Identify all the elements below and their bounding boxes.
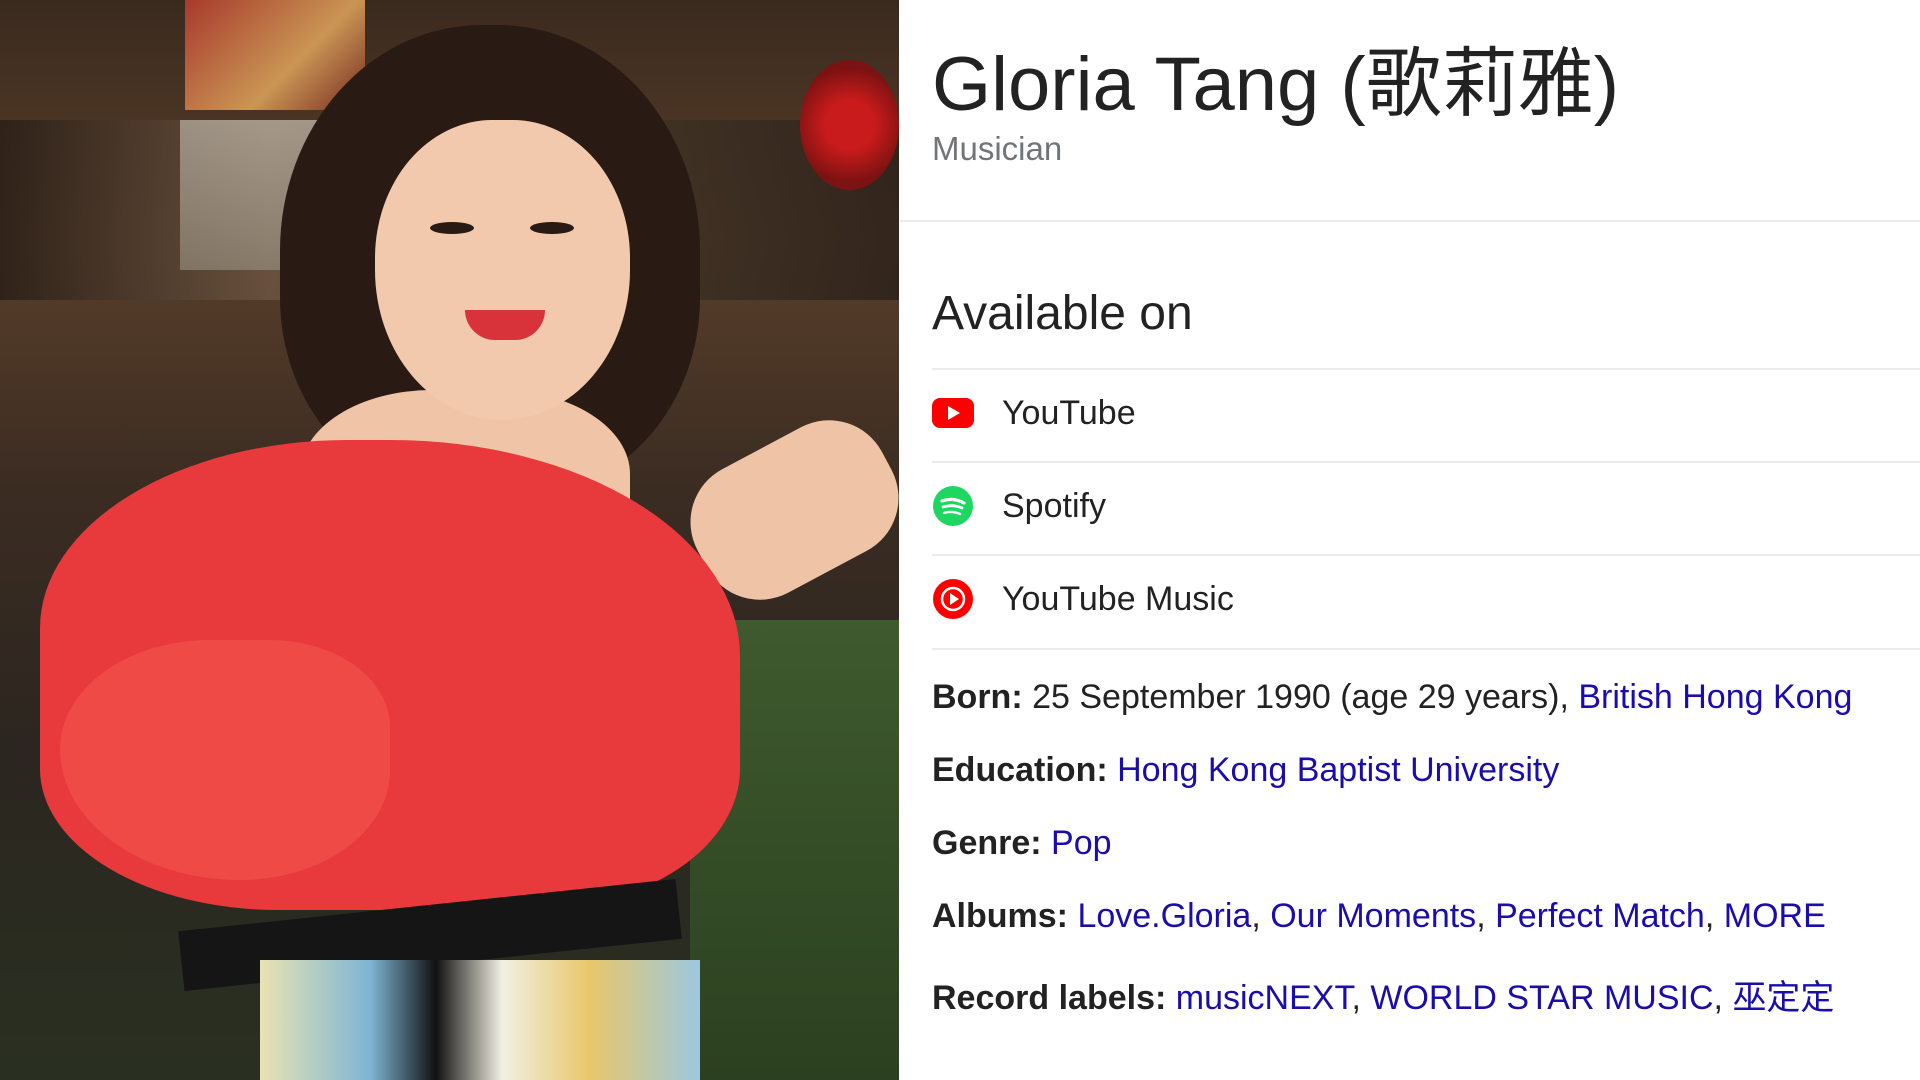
education-link[interactable]: Hong Kong Baptist University bbox=[1117, 751, 1559, 789]
label-link[interactable]: WORLD STAR MUSIC bbox=[1370, 979, 1713, 1017]
knowledge-panel: Gloria Tang (歌莉雅) Musician Available on … bbox=[900, 0, 1920, 1080]
red-flower bbox=[800, 60, 899, 190]
provider-youtube-music[interactable]: YouTube Music bbox=[932, 554, 1920, 644]
provider-label: YouTube Music bbox=[1002, 579, 1234, 618]
fact-record-labels: Record labels: musicNEXT, WORLD STAR MUS… bbox=[932, 970, 1834, 1019]
spotify-icon bbox=[932, 485, 974, 527]
entity-subtitle: Musician bbox=[932, 130, 1063, 167]
divider bbox=[932, 648, 1920, 650]
label-link[interactable]: musicNEXT bbox=[1176, 979, 1352, 1017]
separator: , bbox=[1713, 979, 1733, 1017]
fact-education: Education: Hong Kong Baptist University bbox=[932, 751, 1559, 790]
born-place-link[interactable]: British Hong Kong bbox=[1578, 678, 1852, 716]
fact-genre: Genre: Pop bbox=[932, 824, 1112, 863]
artist-photo[interactable] bbox=[0, 0, 899, 1080]
left-eye bbox=[430, 222, 474, 234]
separator: , bbox=[1476, 897, 1496, 935]
youtube-icon bbox=[932, 392, 974, 434]
separator: , bbox=[1251, 897, 1271, 935]
fact-born: Born: 25 September 1990 (age 29 years), … bbox=[932, 678, 1852, 717]
provider-label: Spotify bbox=[1002, 486, 1106, 525]
fact-key: Education: bbox=[932, 751, 1108, 789]
album-link[interactable]: Our Moments bbox=[1270, 897, 1476, 935]
right-eye bbox=[530, 222, 574, 234]
album-link[interactable]: Love.Gloria bbox=[1077, 897, 1251, 935]
provider-label: YouTube bbox=[1002, 393, 1136, 432]
striped-skirt bbox=[260, 960, 700, 1080]
separator: , bbox=[1351, 979, 1371, 1017]
entity-title: Gloria Tang (歌莉雅) bbox=[932, 42, 1620, 127]
album-link[interactable]: Perfect Match bbox=[1495, 897, 1705, 935]
provider-spotify[interactable]: Spotify bbox=[932, 461, 1920, 551]
fact-value: 25 September 1990 (age 29 years), bbox=[1032, 678, 1569, 716]
divider bbox=[900, 220, 1920, 222]
albums-more-link[interactable]: MORE bbox=[1724, 897, 1826, 935]
fact-key: Born: bbox=[932, 678, 1023, 716]
genre-link[interactable]: Pop bbox=[1051, 824, 1112, 862]
face bbox=[375, 120, 630, 420]
fact-key: Albums: bbox=[932, 897, 1068, 935]
available-on-heading: Available on bbox=[932, 287, 1193, 340]
provider-youtube[interactable]: YouTube bbox=[932, 368, 1920, 458]
fact-albums: Albums: Love.Gloria, Our Moments, Perfec… bbox=[932, 897, 1826, 936]
separator: , bbox=[1704, 897, 1724, 935]
youtube-music-icon bbox=[932, 578, 974, 620]
fact-key: Genre: bbox=[932, 824, 1042, 862]
fact-key: Record labels: bbox=[932, 979, 1167, 1017]
label-link[interactable]: 巫定定 bbox=[1732, 979, 1834, 1017]
